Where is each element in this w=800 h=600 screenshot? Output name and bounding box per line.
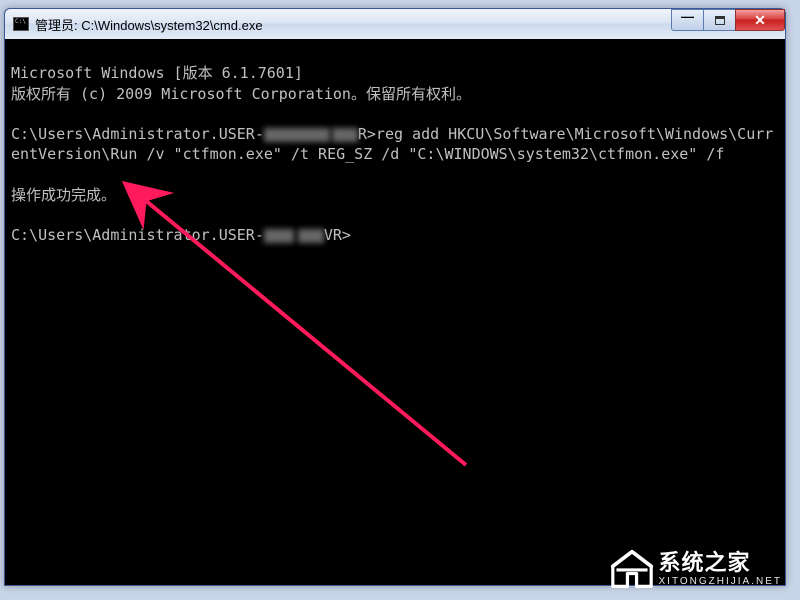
terminal-output[interactable]: Microsoft Windows [版本 6.1.7601]版权所有 (c) … [5, 39, 785, 585]
redacted-text [332, 128, 358, 142]
cmd-window: 管理员: C:\Windows\system32\cmd.exe — ✕ Mic… [4, 8, 786, 586]
watermark: 系统之家 XITONGZHIJIA.NET [609, 548, 783, 590]
window-controls: — ✕ [671, 9, 785, 31]
watermark-title: 系统之家 [659, 551, 783, 575]
window-title: 管理员: C:\Windows\system32\cmd.exe [35, 15, 671, 34]
cmd-icon [13, 17, 29, 31]
close-button[interactable]: ✕ [735, 9, 785, 31]
minimize-icon: — [681, 9, 694, 24]
terminal-line: C:\Users\Administrator.USER-R>reg add HK… [11, 124, 779, 165]
terminal-line: Microsoft Windows [版本 6.1.7601] [11, 63, 779, 83]
watermark-subtitle: XITONGZHIJIA.NET [659, 576, 783, 587]
titlebar[interactable]: 管理员: C:\Windows\system32\cmd.exe — ✕ [5, 9, 785, 39]
house-icon [609, 548, 655, 590]
redacted-text [264, 229, 294, 243]
maximize-button[interactable] [703, 9, 735, 31]
terminal-line: 版权所有 (c) 2009 Microsoft Corporation。保留所有… [11, 84, 779, 104]
cursor [351, 228, 360, 244]
terminal-line: 操作成功完成。 [11, 185, 779, 205]
close-icon: ✕ [754, 12, 766, 29]
redacted-text [298, 229, 324, 243]
terminal-line: C:\Users\Administrator.USER-VR> [11, 225, 779, 245]
minimize-button[interactable]: — [671, 9, 703, 31]
redacted-text [264, 128, 330, 142]
maximize-icon [715, 16, 725, 25]
